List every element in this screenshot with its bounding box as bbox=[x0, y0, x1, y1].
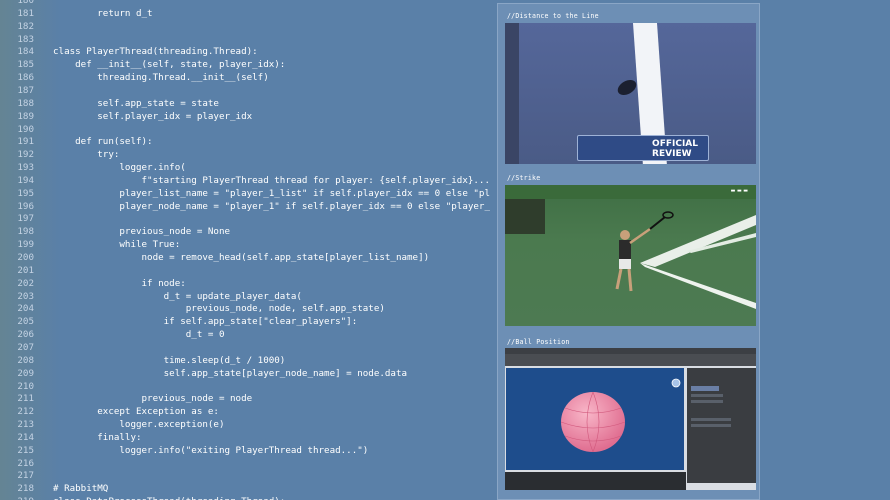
line-number: 206 bbox=[17, 329, 34, 341]
code-text: previous_node, node, self.app_state) bbox=[53, 303, 385, 315]
line-number: 195 bbox=[17, 187, 34, 199]
line-number: 217 bbox=[17, 470, 34, 482]
line-number: 186 bbox=[17, 72, 34, 84]
line-number: 205 bbox=[17, 316, 34, 328]
code-text: d_t = update_player_data( bbox=[53, 290, 302, 302]
line-number: 192 bbox=[17, 149, 34, 161]
side-row-4 bbox=[691, 418, 731, 421]
line-number: 203 bbox=[17, 290, 34, 302]
line-number: 209 bbox=[17, 367, 34, 379]
code-text: return d_t bbox=[53, 7, 153, 19]
code-text: while True: bbox=[53, 239, 181, 251]
player-leg-left bbox=[615, 268, 623, 290]
code-text: if self.app_state["clear_players"]: bbox=[53, 316, 358, 328]
line-number: 211 bbox=[17, 393, 34, 405]
line-number: 191 bbox=[17, 136, 34, 148]
badge-line-1: OFFICIAL bbox=[652, 139, 698, 149]
line-number: 204 bbox=[17, 303, 34, 315]
line-number: 213 bbox=[17, 419, 34, 431]
line-number: 214 bbox=[17, 431, 34, 443]
line-number: 202 bbox=[17, 277, 34, 289]
line-number: 189 bbox=[17, 110, 34, 122]
code-text: except Exception as e: bbox=[53, 406, 219, 418]
strike-scene bbox=[615, 211, 756, 309]
line-number: 207 bbox=[17, 341, 34, 353]
caption-ball-position: //Ball Position bbox=[507, 338, 570, 346]
side-row-3 bbox=[691, 400, 723, 403]
line-number: 210 bbox=[17, 380, 34, 392]
line-number: 182 bbox=[17, 20, 34, 32]
line-number: 215 bbox=[17, 444, 34, 456]
line-number: 218 bbox=[17, 483, 34, 495]
player-leg-right bbox=[627, 268, 633, 292]
line-number: 183 bbox=[17, 33, 34, 45]
view-cube-icon bbox=[671, 378, 681, 388]
line-number: 200 bbox=[17, 252, 34, 263]
side-row-5 bbox=[691, 424, 731, 427]
line-number: 187 bbox=[17, 84, 34, 96]
line-number: 219 bbox=[0, 495, 34, 500]
line-number: 188 bbox=[17, 97, 34, 109]
line-number: 185 bbox=[17, 59, 34, 71]
code-text: logger.info("exiting PlayerThread thread… bbox=[53, 444, 369, 456]
racket-handle bbox=[649, 216, 666, 230]
line-number: 216 bbox=[17, 457, 34, 469]
code-text: player_node_name = "player_1" if self.pl… bbox=[53, 200, 490, 212]
line-number: 184 bbox=[17, 46, 34, 58]
code-text: # RabbitMQ bbox=[53, 483, 109, 495]
player-head bbox=[620, 230, 630, 240]
ball-scene bbox=[560, 378, 731, 453]
caption-strike: //Strike bbox=[507, 174, 541, 182]
player-arm bbox=[629, 227, 651, 245]
code-text: f"starting PlayerThread thread for playe… bbox=[53, 174, 491, 186]
code-text: try: bbox=[53, 149, 120, 161]
line-number: 196 bbox=[17, 200, 34, 212]
code-text: self.app_state = state bbox=[53, 97, 219, 109]
code-text: def run(self): bbox=[53, 136, 153, 148]
badge-text: OFFICIAL REVIEW bbox=[652, 139, 698, 159]
code-text: player_list_name = "player_1_list" if se… bbox=[53, 187, 490, 199]
code-editor[interactable]: 180 181 return d_t 182 183 184 class PlayerTh… bbox=[0, 0, 490, 500]
line-number: 181 bbox=[17, 7, 34, 19]
court-line-lower bbox=[640, 263, 756, 309]
court-shadow bbox=[505, 23, 519, 164]
code-text: class DataProcessThread(threading.Thread… bbox=[53, 495, 285, 500]
line-number: 194 bbox=[17, 174, 34, 186]
code-text: d_t = 0 bbox=[53, 329, 225, 341]
line-number: 212 bbox=[17, 406, 34, 418]
code-text: node = remove_head(self.app_state[player… bbox=[53, 252, 430, 263]
player-shirt bbox=[619, 240, 631, 260]
code-text: finally: bbox=[53, 431, 142, 443]
line-number: 198 bbox=[17, 226, 34, 238]
code-text: self.app_state[player_node_name] = node.… bbox=[53, 367, 408, 379]
player-shorts bbox=[619, 259, 631, 269]
caption-distance: //Distance to the Line bbox=[507, 12, 599, 20]
badge-line-2: REVIEW bbox=[652, 149, 692, 159]
ball-position-image bbox=[505, 348, 756, 490]
code-text: logger.info( bbox=[53, 162, 186, 174]
code-text: self.player_idx = player_idx bbox=[53, 110, 253, 122]
code-text: previous_node = node bbox=[53, 393, 253, 405]
line-number: 193 bbox=[17, 162, 34, 174]
line-number: 201 bbox=[17, 264, 34, 276]
line-number: 199 bbox=[17, 239, 34, 251]
sphere bbox=[561, 392, 625, 452]
line-number: 197 bbox=[17, 213, 34, 225]
racket-head bbox=[662, 211, 674, 219]
code-text: if node: bbox=[53, 277, 186, 289]
distance-to-line-image: OFFICIAL REVIEW bbox=[505, 23, 756, 164]
line-number: 208 bbox=[17, 354, 34, 366]
side-row-2 bbox=[691, 394, 723, 397]
video-panel: //Distance to the Line OFFICIAL REVIEW /… bbox=[497, 3, 760, 500]
code-text: previous_node = None bbox=[53, 226, 231, 238]
code-text: threading.Thread.__init__(self) bbox=[53, 72, 269, 84]
strike-image: ▬ ▬ ▬ bbox=[505, 185, 756, 326]
code-text: def __init__(self, state, player_idx): bbox=[53, 59, 286, 71]
code-text: time.sleep(d_t / 1000) bbox=[53, 354, 286, 366]
side-row-1 bbox=[691, 386, 719, 391]
line-number: 190 bbox=[17, 123, 34, 135]
code-text: logger.exception(e) bbox=[53, 419, 225, 431]
official-review-badge: OFFICIAL REVIEW bbox=[577, 135, 709, 161]
code-text: class PlayerThread(threading.Thread): bbox=[53, 46, 258, 58]
